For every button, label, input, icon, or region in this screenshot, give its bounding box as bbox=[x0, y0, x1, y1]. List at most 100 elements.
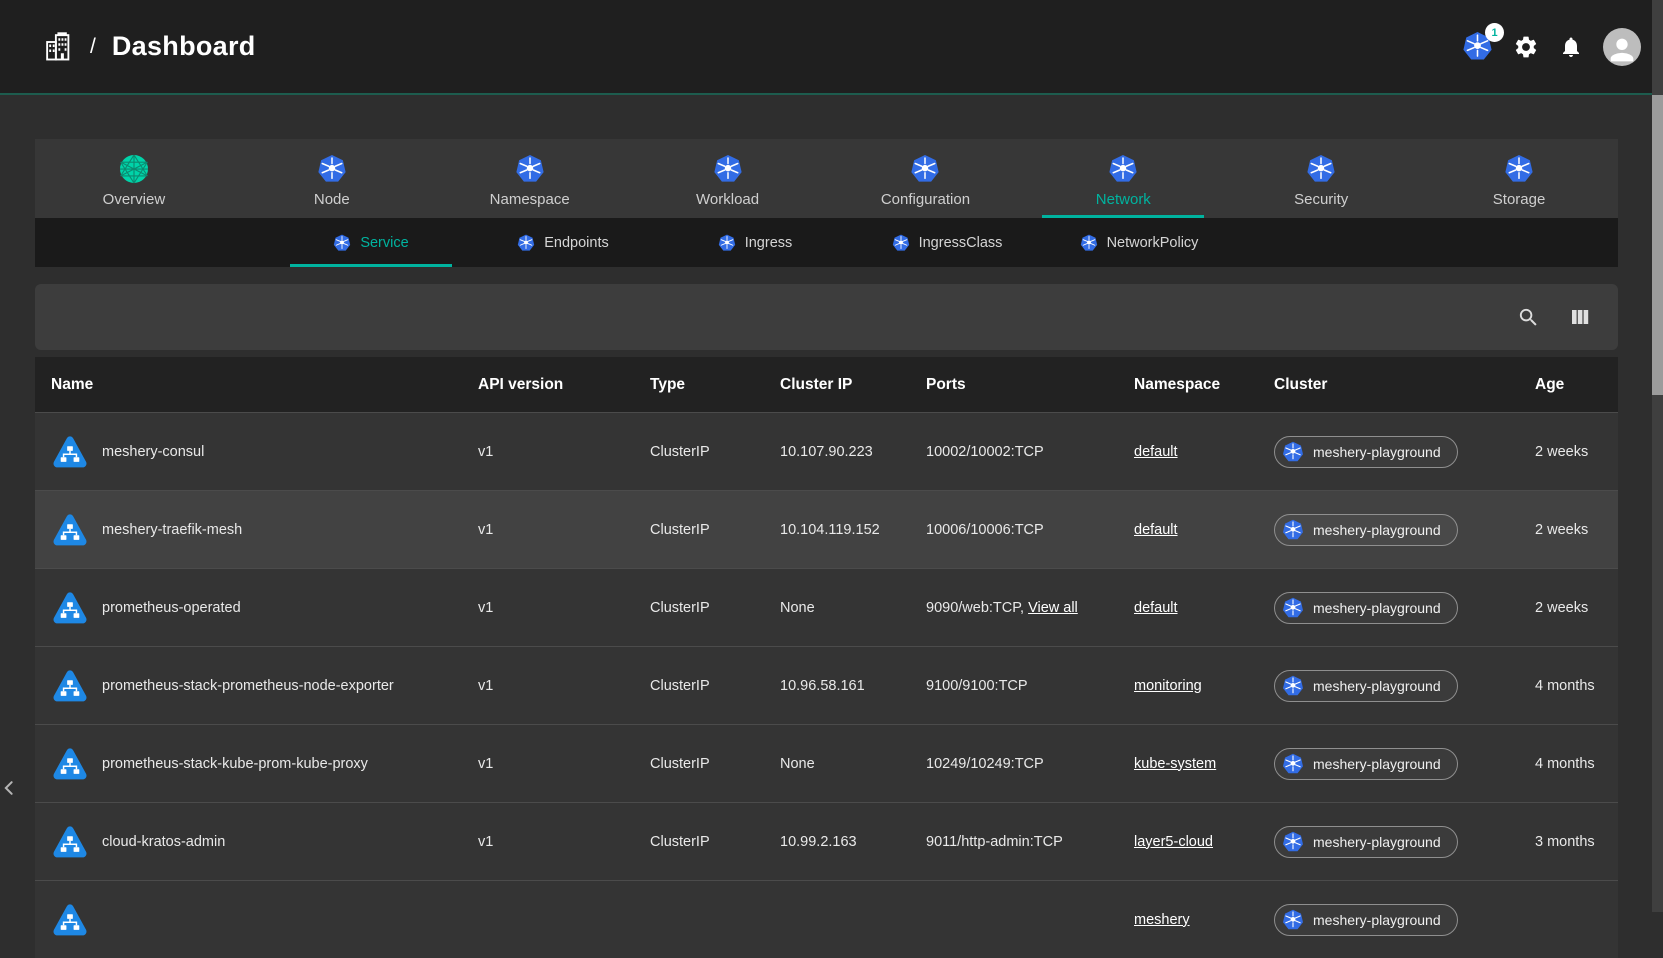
column-header: Cluster bbox=[1258, 376, 1519, 394]
cluster-chip-label: meshery-playground bbox=[1313, 444, 1441, 460]
table-header-row: Name API version Type Cluster IP Ports N… bbox=[35, 357, 1618, 412]
kubernetes-icon bbox=[1504, 154, 1534, 184]
resource-tab[interactable]: Overview bbox=[35, 139, 233, 218]
kubernetes-icon bbox=[515, 154, 545, 184]
service-icon bbox=[51, 901, 89, 939]
view-columns-icon bbox=[1568, 305, 1592, 329]
ports-cell: 10002/10002:TCP bbox=[926, 444, 1044, 460]
service-icon bbox=[51, 433, 89, 471]
cluster-chip-label: meshery-playground bbox=[1313, 522, 1441, 538]
resource-tab[interactable]: Workload bbox=[629, 139, 827, 218]
ports-cell: 10249/10249:TCP bbox=[926, 756, 1044, 772]
expand-navigator-button[interactable] bbox=[0, 772, 18, 804]
kubernetes-icon bbox=[517, 234, 535, 252]
kubernetes-icon bbox=[910, 154, 940, 184]
type-cell: ClusterIP bbox=[634, 600, 764, 616]
resource-tab[interactable]: Namespace bbox=[431, 139, 629, 218]
cluster-chip[interactable]: meshery-playground bbox=[1274, 670, 1458, 702]
search-button[interactable] bbox=[1517, 306, 1540, 329]
subtab[interactable]: Ingress bbox=[659, 218, 851, 267]
cluster-chip-label: meshery-playground bbox=[1313, 756, 1441, 772]
ports-view-all-link[interactable]: View all bbox=[1028, 600, 1078, 616]
service-name: cloud-kratos-admin bbox=[102, 834, 225, 850]
namespace-link[interactable]: meshery bbox=[1134, 912, 1190, 928]
tab-label: Overview bbox=[103, 191, 166, 208]
breadcrumb-separator: / bbox=[90, 35, 96, 59]
table-row[interactable]: cloud-kratos-admin v1 ClusterIP 10.99.2.… bbox=[35, 802, 1618, 880]
service-name: prometheus-stack-prometheus-node-exporte… bbox=[102, 678, 394, 694]
building-icon bbox=[44, 32, 74, 62]
resource-tab[interactable]: Storage bbox=[1420, 139, 1618, 218]
ports-cell: 9011/http-admin:TCP bbox=[926, 834, 1063, 850]
subtab-label: NetworkPolicy bbox=[1107, 235, 1199, 251]
table-row[interactable]: prometheus-stack-prometheus-node-exporte… bbox=[35, 646, 1618, 724]
kubernetes-icon bbox=[713, 154, 743, 184]
table-row[interactable]: meshery-consul v1 ClusterIP 10.107.90.22… bbox=[35, 412, 1618, 490]
kubernetes-icon bbox=[1282, 831, 1304, 853]
resource-tab[interactable]: Network bbox=[1024, 139, 1222, 218]
cluster-ip-cell: 10.107.90.223 bbox=[764, 444, 910, 460]
resource-tab[interactable]: Configuration bbox=[827, 139, 1025, 218]
column-header: Age bbox=[1519, 376, 1618, 394]
subtab[interactable]: IngressClass bbox=[851, 218, 1043, 267]
column-header: API version bbox=[462, 376, 634, 394]
service-icon bbox=[51, 511, 89, 549]
namespace-link[interactable]: default bbox=[1134, 522, 1178, 538]
cluster-chip-label: meshery-playground bbox=[1313, 678, 1441, 694]
cluster-chip[interactable]: meshery-playground bbox=[1274, 436, 1458, 468]
table-toolbar bbox=[35, 284, 1618, 350]
cluster-ip-cell: None bbox=[764, 756, 910, 772]
service-icon bbox=[51, 667, 89, 705]
subtab-label: Endpoints bbox=[544, 235, 609, 251]
api-version-cell: v1 bbox=[462, 444, 634, 460]
context-count-badge: 1 bbox=[1485, 23, 1504, 42]
subtab[interactable]: Service bbox=[275, 218, 467, 267]
kubernetes-icon bbox=[1282, 675, 1304, 697]
age-cell: 4 months bbox=[1519, 678, 1618, 694]
header-accent-divider bbox=[0, 93, 1663, 95]
cluster-chip[interactable]: meshery-playground bbox=[1274, 826, 1458, 858]
tab-label: Configuration bbox=[881, 191, 970, 208]
kubernetes-context-button[interactable]: 1 bbox=[1462, 31, 1493, 62]
table-row[interactable]: prometheus-operated v1 ClusterIP None 90… bbox=[35, 568, 1618, 646]
kubernetes-icon bbox=[1108, 154, 1138, 184]
namespace-link[interactable]: monitoring bbox=[1134, 678, 1202, 694]
user-avatar[interactable] bbox=[1603, 28, 1641, 66]
service-name: prometheus-stack-kube-prom-kube-proxy bbox=[102, 756, 368, 772]
resource-tab[interactable]: Security bbox=[1222, 139, 1420, 218]
table-row[interactable]: meshery-traefik-mesh v1 ClusterIP 10.104… bbox=[35, 490, 1618, 568]
subtab[interactable]: NetworkPolicy bbox=[1043, 218, 1235, 267]
table-row[interactable]: meshery meshery-playground bbox=[35, 880, 1618, 958]
settings-button[interactable] bbox=[1513, 34, 1539, 60]
age-cell: 3 months bbox=[1519, 834, 1618, 850]
cluster-chip[interactable]: meshery-playground bbox=[1274, 514, 1458, 546]
column-header: Type bbox=[634, 376, 764, 394]
namespace-link[interactable]: default bbox=[1134, 600, 1178, 616]
service-name: meshery-consul bbox=[102, 444, 204, 460]
cluster-ip-cell: 10.99.2.163 bbox=[764, 834, 910, 850]
notifications-button[interactable] bbox=[1559, 35, 1583, 59]
cluster-chip[interactable]: meshery-playground bbox=[1274, 904, 1458, 936]
tab-label: Network bbox=[1096, 191, 1151, 208]
services-table: Name API version Type Cluster IP Ports N… bbox=[35, 357, 1618, 958]
column-header: Name bbox=[35, 376, 462, 394]
view-columns-button[interactable] bbox=[1568, 305, 1592, 329]
cluster-ip-cell: 10.104.119.152 bbox=[764, 522, 910, 538]
type-cell: ClusterIP bbox=[634, 678, 764, 694]
vertical-scrollbar bbox=[1652, 0, 1663, 912]
type-cell: ClusterIP bbox=[634, 522, 764, 538]
resource-tab[interactable]: Node bbox=[233, 139, 431, 218]
ports-cell: 10006/10006:TCP bbox=[926, 522, 1044, 538]
kubernetes-icon bbox=[1282, 597, 1304, 619]
namespace-link[interactable]: layer5-cloud bbox=[1134, 834, 1213, 850]
cluster-chip[interactable]: meshery-playground bbox=[1274, 592, 1458, 624]
namespace-link[interactable]: default bbox=[1134, 444, 1178, 460]
kubernetes-icon bbox=[1282, 519, 1304, 541]
table-row[interactable]: prometheus-stack-kube-prom-kube-proxy v1… bbox=[35, 724, 1618, 802]
namespace-link[interactable]: kube-system bbox=[1134, 756, 1216, 772]
subtab[interactable]: Endpoints bbox=[467, 218, 659, 267]
tab-label: Namespace bbox=[490, 191, 570, 208]
scrollbar-thumb[interactable] bbox=[1652, 95, 1663, 395]
kubernetes-icon bbox=[317, 154, 347, 184]
cluster-chip[interactable]: meshery-playground bbox=[1274, 748, 1458, 780]
